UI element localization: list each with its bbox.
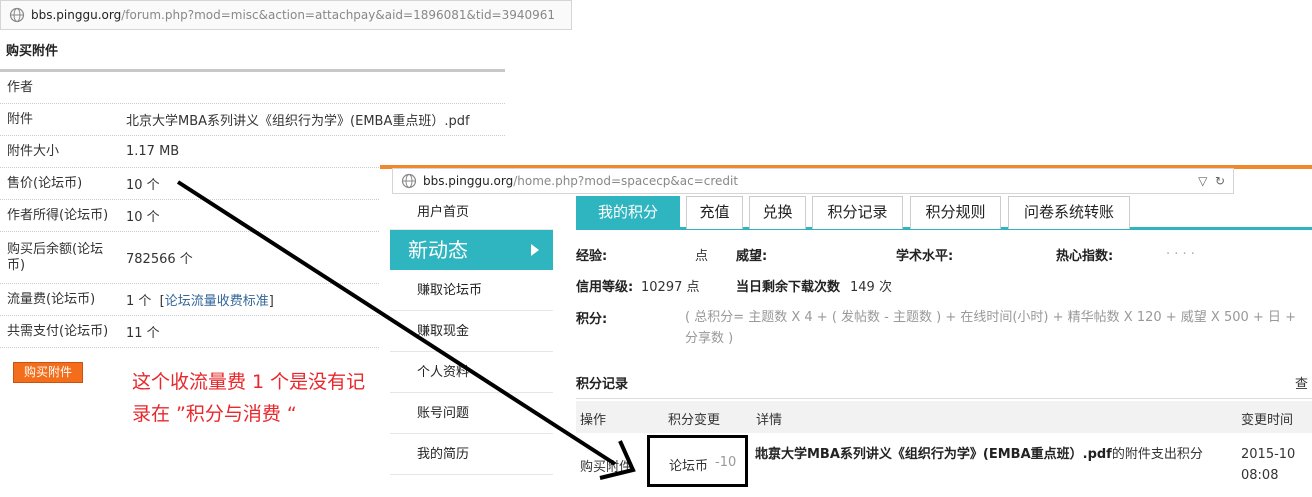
prestige-label: 威望:	[736, 249, 768, 264]
record-detail: 购买 北京大学MBA系列讲义《组织行为学》(EMBA重点班）.pdf 的附件支出…	[755, 444, 1245, 465]
info-value: 1.17 MB	[126, 144, 180, 159]
points-formula: ( 总积分= 主题数 X 4 + ( 发帖数 - 主题数 ) + 在线时间(小时…	[685, 310, 1296, 346]
tab-bar: 我的积分 充值 兑换 积分记录 积分规则 问卷系统转账	[576, 196, 1312, 230]
sidebar: 用户首页 新动态 赚取论坛币 赚取现金 个人资料 账号问题 我的简历	[390, 195, 553, 497]
credit-records-header: 积分记录 查	[576, 369, 1312, 399]
col-action: 操作	[580, 413, 607, 428]
globe-icon	[9, 7, 25, 23]
info-label: 作者所得(论坛币)	[7, 207, 109, 223]
buy-attachment-button[interactable]: 购买附件	[13, 362, 83, 383]
records-table-header: 操作 积分变更 详情 变更时间	[576, 401, 1312, 433]
col-time: 变更时间	[1241, 413, 1294, 428]
academic-label: 学术水平:	[896, 249, 954, 264]
url-path: /home.php?mod=spacecp&ac=credit	[513, 174, 739, 188]
traffic-fee-value: 1 个	[126, 294, 152, 309]
tab-credit-log[interactable]: 积分记录	[812, 196, 903, 229]
left-address-bar[interactable]: bbs.pinggu.org/forum.php?mod=misc&action…	[0, 0, 572, 30]
dropdown-icon[interactable]: ▽	[1198, 174, 1207, 188]
tab-exchange[interactable]: 兑换	[749, 196, 806, 229]
info-label: 售价(论坛币)	[7, 175, 83, 191]
info-label: 购买后余额(论坛币)	[7, 241, 104, 273]
sidebar-item-earn-coins[interactable]: 赚取论坛币	[390, 270, 553, 311]
downloads-value: 149 次	[850, 280, 892, 295]
detail-prefix: 购买	[755, 447, 782, 462]
sidebar-item-earn-cash[interactable]: 赚取现金	[390, 311, 553, 352]
refresh-icon[interactable]: ↻	[1211, 174, 1225, 188]
tab-survey-transfer[interactable]: 问卷系统转账	[1008, 196, 1130, 229]
col-detail: 详情	[756, 413, 783, 428]
page-title: 购买附件	[0, 40, 505, 72]
record-credit-amount: -10	[715, 455, 737, 470]
info-label: 作者	[7, 79, 34, 95]
credit-level-value: 10297 点	[641, 280, 700, 295]
url-host: bbs.pinggu.org	[31, 8, 122, 22]
right-address-bar[interactable]: bbs.pinggu.org/home.php?mod=spacecp&ac=c…	[392, 168, 1234, 194]
record-time: 2015-10 08:08	[1241, 444, 1295, 486]
info-row-author: 作者	[0, 72, 505, 104]
record-date: 2015-10	[1241, 447, 1296, 462]
credit-level-label: 信用等级:	[576, 280, 634, 295]
sidebar-item-account[interactable]: 账号问题	[390, 393, 553, 434]
downloads-label: 当日剩余下载次数	[736, 280, 841, 295]
url-path: /forum.php?mod=misc&action=attachpay&aid…	[121, 8, 556, 22]
view-more-link[interactable]: 查	[1295, 373, 1308, 392]
url-host: bbs.pinggu.org	[423, 174, 514, 188]
record-credit-unit: 论坛币	[669, 459, 709, 474]
caret-right-icon	[531, 244, 539, 256]
detail-filename: 北京大学MBA系列讲义《组织行为学》(EMBA重点班）.pdf	[755, 447, 1112, 462]
col-credit-change: 积分变更	[668, 413, 721, 428]
credit-page-window: bbs.pinggu.org/home.php?mod=spacecp&ac=c…	[380, 165, 1312, 497]
info-row-size: 附件大小 1.17 MB	[0, 136, 505, 168]
address-bar-controls: ▽ ↻	[1198, 174, 1233, 188]
tab-credit-rules[interactable]: 积分规则	[910, 196, 1001, 229]
globe-icon	[401, 173, 417, 189]
sidebar-item-profile[interactable]: 个人资料	[390, 352, 553, 393]
record-action: 购买附件	[580, 460, 633, 475]
detail-suffix: 的附件支出积分	[1111, 447, 1203, 462]
enthusiasm-dots: . . . .	[1166, 243, 1195, 258]
info-label: 附件大小	[7, 143, 60, 159]
enthusiasm-label: 热心指数:	[1056, 249, 1114, 264]
points-label: 积分:	[576, 312, 608, 327]
exp-label: 经验:	[576, 249, 608, 264]
highlight-box: 论坛币 -10	[647, 435, 748, 487]
sidebar-item-label: 新动态	[408, 238, 468, 262]
annotation-note: 这个收流量费 1 个是没有记录在 ”积分与消费 “	[132, 371, 366, 425]
record-clock: 08:08	[1241, 468, 1279, 483]
info-label: 附件	[7, 111, 34, 127]
exp-unit: 点	[695, 249, 709, 264]
tab-recharge[interactable]: 充值	[686, 196, 743, 229]
info-label: 流量费(论坛币)	[7, 291, 96, 307]
info-value: 北京大学MBA系列讲义《组织行为学》(EMBA重点班）.pdf	[126, 114, 470, 129]
info-row-attachment: 附件 北京大学MBA系列讲义《组织行为学》(EMBA重点班）.pdf	[0, 104, 505, 136]
info-label: 共需支付(论坛币)	[7, 323, 109, 339]
tab-my-credits[interactable]: 我的积分	[576, 196, 680, 229]
sidebar-item-home[interactable]: 用户首页	[390, 195, 553, 230]
traffic-fee-standard-link[interactable]: 论坛流量收费标准	[165, 294, 269, 309]
credit-records-title: 积分记录	[576, 377, 629, 392]
sidebar-item-resume[interactable]: 我的简历	[390, 434, 553, 475]
sidebar-item-news[interactable]: 新动态	[390, 230, 553, 270]
